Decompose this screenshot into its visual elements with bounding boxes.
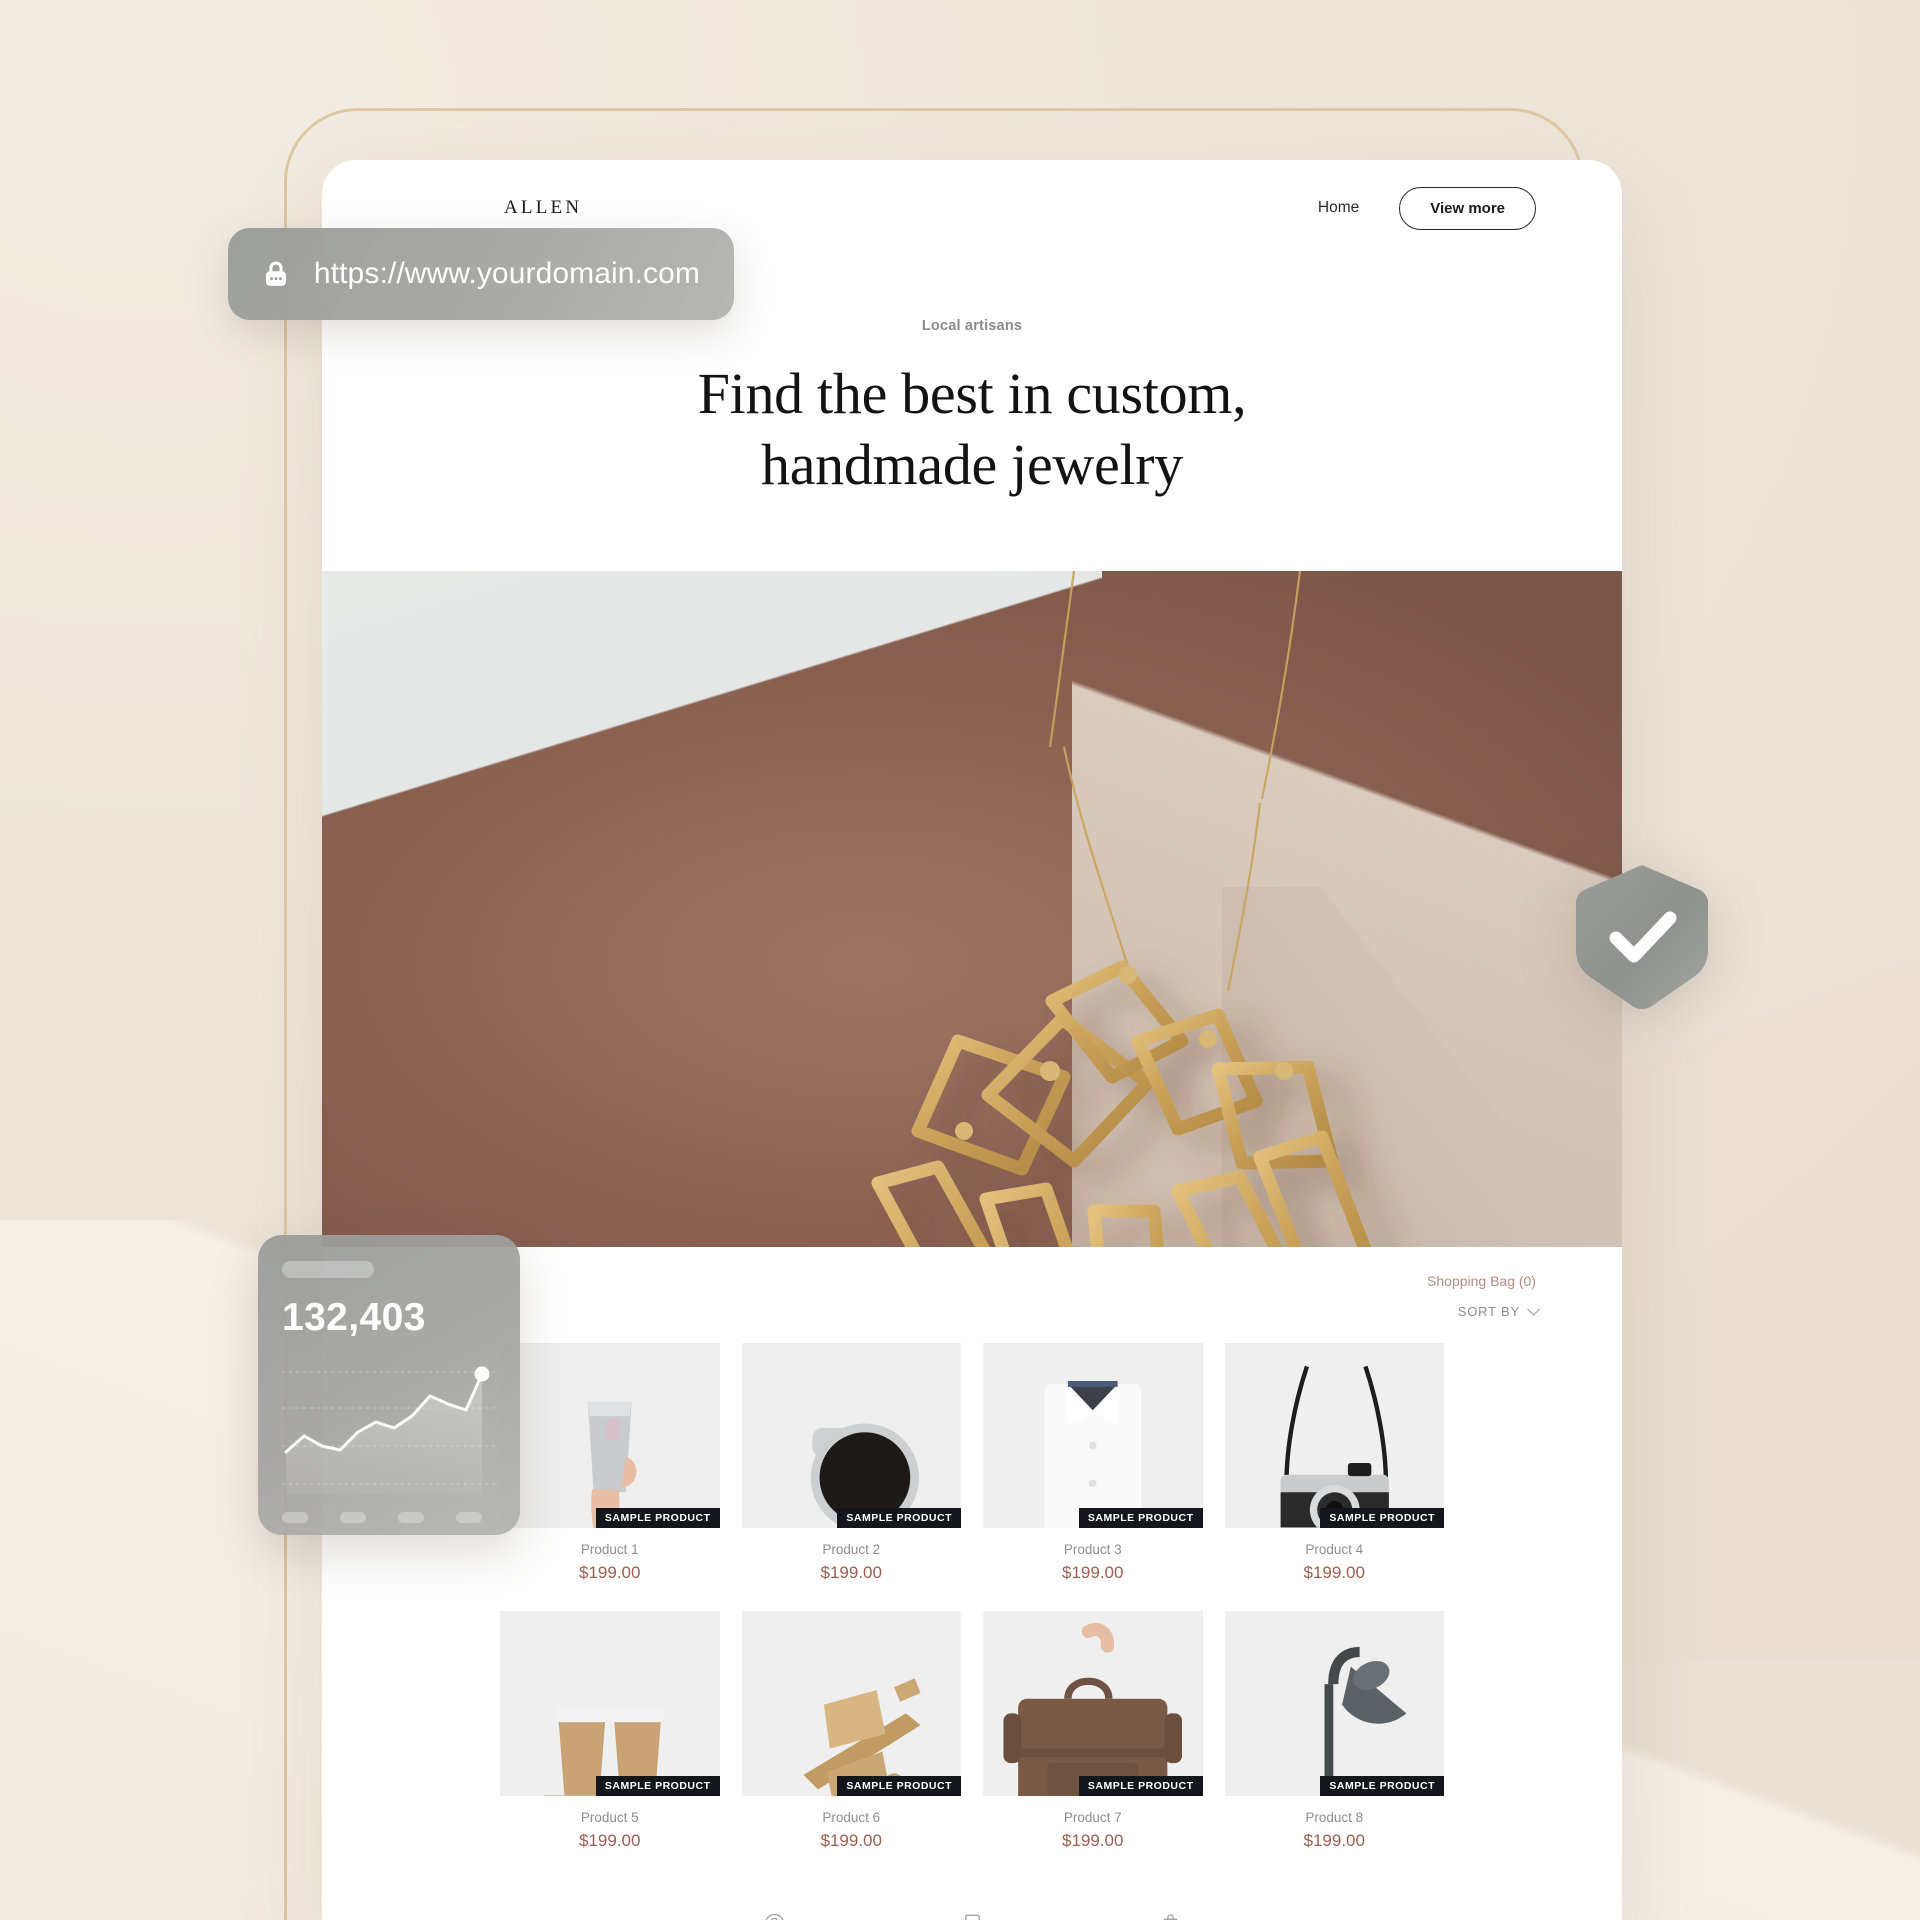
shopping-bag-link[interactable]: Shopping Bag (0) — [1427, 1273, 1536, 1289]
stats-value: 132,403 — [282, 1296, 426, 1339]
stats-widget: 132,403 — [258, 1235, 520, 1535]
product-price: $199.00 — [1303, 1830, 1365, 1850]
product-name: Product 7 — [1063, 1809, 1122, 1825]
view-more-button[interactable]: View more — [1399, 186, 1536, 230]
axis-tick — [456, 1512, 482, 1523]
product-name: Product 6 — [822, 1809, 881, 1825]
lock-icon — [265, 261, 286, 286]
hero-title-line-2: handmade jewelry — [761, 432, 1183, 498]
axis-tick — [340, 1512, 366, 1523]
footer-nav-item-bag[interactable]: Shopping Bag — [1110, 1911, 1230, 1920]
product-card[interactable]: SAMPLE PRODUCT Product 2 $199.00 — [741, 1342, 961, 1601]
product-grid: SAMPLE PRODUCT Product 1 $199.00 SAMPLE PR… — [408, 1342, 1536, 1869]
product-name: Product 1 — [580, 1541, 639, 1557]
product-card[interactable]: SAMPLE PRODUCT Product 6 $199.00 — [741, 1610, 961, 1869]
product-name: Product 5 — [580, 1809, 639, 1825]
browser-url-pill[interactable]: https://www.yourdomain.com — [228, 228, 734, 320]
stats-axis-ticks — [282, 1512, 496, 1523]
product-thumbnail[interactable]: SAMPLE PRODUCT — [500, 1610, 720, 1796]
product-thumbnail[interactable]: SAMPLE PRODUCT — [1224, 1610, 1444, 1796]
chart-end-marker — [474, 1366, 490, 1382]
url-text: https://www.yourdomain.com — [313, 257, 700, 290]
sample-product-badge: SAMPLE PRODUCT — [837, 1507, 961, 1528]
clipboard-check-icon — [912, 1911, 1032, 1920]
product-card[interactable]: SAMPLE PRODUCT Product 4 $199.00 — [1224, 1342, 1444, 1601]
product-thumbnail[interactable]: SAMPLE PRODUCT — [741, 1610, 961, 1796]
hero-eyebrow: Local artisans — [921, 318, 1023, 334]
footer-nav-item-account[interactable]: My Account — [714, 1911, 834, 1920]
sample-product-badge: SAMPLE PRODUCT — [1078, 1507, 1203, 1528]
sample-product-badge: SAMPLE PRODUCT — [837, 1775, 961, 1796]
brand-logo[interactable]: ALLEN — [504, 197, 582, 219]
product-thumbnail[interactable]: SAMPLE PRODUCT — [983, 1342, 1203, 1528]
footer-nav: My Account Track Orders Shopping Bag — [322, 1868, 1622, 1920]
product-name: Product 4 — [1305, 1541, 1364, 1557]
site-nav: Home View more — [1318, 186, 1536, 230]
product-name: Product 2 — [822, 1541, 881, 1557]
product-thumbnail[interactable]: SAMPLE PRODUCT — [1224, 1342, 1444, 1528]
necklace-illustration — [871, 570, 1372, 1247]
shopping-bag-row: Shopping Bag (0) — [408, 1273, 1536, 1291]
axis-tick — [282, 1512, 308, 1523]
nav-item-home[interactable]: Home — [1318, 199, 1359, 217]
hero-title-line-1: Find the best in custom, — [697, 361, 1247, 426]
sort-by-label[interactable]: SORT BY — [1458, 1304, 1520, 1319]
product-thumbnail[interactable]: SAMPLE PRODUCT — [741, 1342, 961, 1528]
sample-product-badge: SAMPLE PRODUCT — [1320, 1775, 1444, 1796]
axis-tick — [398, 1512, 424, 1523]
product-name: Product 3 — [1063, 1541, 1122, 1557]
product-thumbnail[interactable]: SAMPLE PRODUCT — [500, 1342, 720, 1528]
shield-check-icon — [1575, 865, 1709, 1010]
page-title: Find the best in custom, handmade jewelr… — [322, 358, 1622, 501]
product-card[interactable]: SAMPLE PRODUCT Product 3 $199.00 — [983, 1342, 1203, 1601]
sample-product-badge: SAMPLE PRODUCT — [1320, 1507, 1444, 1528]
chevron-down-icon[interactable] — [1527, 1302, 1540, 1316]
product-name: Product 8 — [1305, 1809, 1364, 1825]
shopping-bag-icon — [1110, 1911, 1230, 1920]
product-price: $199.00 — [820, 1830, 882, 1850]
product-price: $199.00 — [820, 1562, 882, 1582]
footer-nav-item-orders[interactable]: Track Orders — [912, 1911, 1032, 1920]
stats-title-placeholder — [282, 1261, 374, 1278]
area-chart — [282, 1366, 496, 1494]
stats-chart — [282, 1356, 496, 1506]
product-card[interactable]: SAMPLE PRODUCT Product 5 $199.00 — [500, 1610, 720, 1869]
product-card[interactable]: SAMPLE PRODUCT Product 8 $199.00 — [1224, 1610, 1444, 1869]
hero-image — [322, 570, 1622, 1247]
sample-product-badge: SAMPLE PRODUCT — [1078, 1775, 1203, 1796]
product-price: $199.00 — [579, 1830, 641, 1850]
product-card[interactable]: SAMPLE PRODUCT Product 1 $199.00 — [500, 1342, 720, 1601]
product-price: $199.00 — [1062, 1562, 1124, 1582]
product-price: $199.00 — [579, 1562, 641, 1582]
product-card[interactable]: SAMPLE PRODUCT Product 7 $199.00 — [983, 1610, 1203, 1869]
product-price: $199.00 — [1303, 1562, 1365, 1582]
sample-product-badge: SAMPLE PRODUCT — [595, 1507, 720, 1528]
browser-device-frame: ALLEN Home View more Local artisans Find… — [322, 160, 1622, 1920]
user-circle-icon — [714, 1911, 834, 1920]
sample-product-badge: SAMPLE PRODUCT — [595, 1775, 720, 1796]
sort-row[interactable]: SORT BY — [408, 1302, 1540, 1321]
product-price: $199.00 — [1062, 1830, 1124, 1850]
product-thumbnail[interactable]: SAMPLE PRODUCT — [983, 1610, 1203, 1796]
